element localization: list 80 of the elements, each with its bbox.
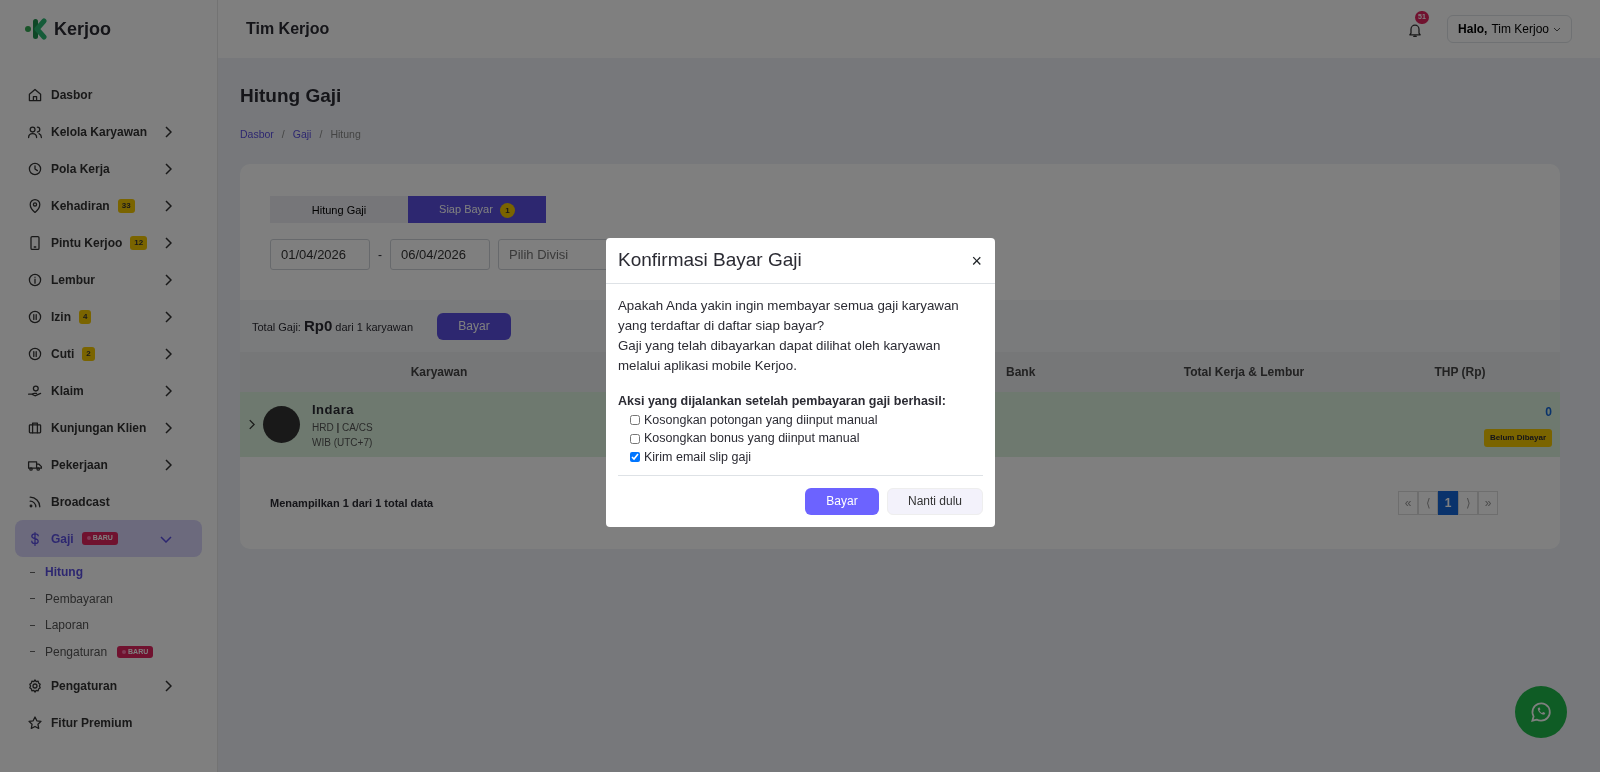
breadcrumb-item[interactable]: Dasbor: [240, 126, 274, 143]
chevron-right-icon[interactable]: [248, 419, 255, 431]
sidebar-item[interactable]: Kelola Karyawan: [15, 113, 202, 150]
column-header: THP (Rp): [1433, 364, 1487, 382]
later-button[interactable]: Nanti dulu: [887, 487, 983, 515]
sidebar-item[interactable]: Pengaturan: [15, 667, 202, 704]
sidebar-item[interactable]: Dasbor: [15, 76, 202, 113]
user-menu[interactable]: Halo, Tim Kerjoo: [1447, 15, 1572, 43]
logo-icon: [24, 18, 48, 40]
column-header: Total Kerja & Lembur: [1182, 364, 1306, 382]
count-badge: 33: [117, 198, 135, 213]
pause-icon: [27, 345, 43, 362]
avatar-placeholder: [263, 406, 300, 444]
pay-button[interactable]: Bayar: [805, 487, 879, 515]
count-badge: 4: [79, 309, 92, 324]
employee-name: Indara: [312, 401, 355, 419]
submenu-item[interactable]: Pembayaran: [0, 585, 217, 612]
sidebar-item[interactable]: Klaim: [15, 372, 202, 409]
submenu-item[interactable]: Hitung: [0, 559, 217, 586]
tab[interactable]: Siap Bayar 1: [408, 196, 546, 224]
sidebar-item[interactable]: Pola Kerja: [15, 150, 202, 187]
breadcrumb-separator: /: [319, 126, 323, 142]
page-title: Hitung Gaji: [240, 84, 343, 108]
thp-amount: 0: [1545, 403, 1552, 421]
option-checkbox[interactable]: [630, 452, 640, 463]
total-salary: Total Gaji: Rp0 dari 1 karyawan: [252, 316, 414, 336]
sidebar-item[interactable]: Broadcast: [15, 483, 202, 520]
count-badge: 2: [82, 346, 95, 361]
caret-icon: [1553, 26, 1561, 32]
option-label[interactable]: Kirim email slip gaji: [644, 448, 751, 467]
page-button[interactable]: 1: [1438, 491, 1458, 516]
sidebar-item[interactable]: Lembur: [15, 261, 202, 298]
dash-icon: [30, 624, 35, 626]
close-button[interactable]: ×: [970, 250, 983, 271]
chat-bubble-icon: [1528, 699, 1554, 725]
date-field[interactable]: 01/04/2026: [270, 239, 370, 271]
tab[interactable]: Hitung Gaji: [270, 196, 408, 224]
star-icon: [27, 714, 43, 731]
brand-name: Kerjoo: [54, 17, 111, 41]
info-icon: [27, 271, 43, 288]
dash-icon: [30, 651, 35, 653]
date-field[interactable]: 06/04/2026: [390, 239, 490, 271]
dialog-message: Gaji yang telah dibayarkan dapat dilihat oleh karyawan melalui aplikasi mobile Kerjoo.: [618, 336, 942, 375]
page-button[interactable]: «: [1398, 491, 1418, 516]
phone-icon: [27, 234, 43, 251]
count-badge: 12: [130, 235, 148, 250]
option-checkbox[interactable]: [630, 433, 640, 444]
employee-timezone: WIB (UTC+7): [312, 435, 373, 450]
sidebar-item[interactable]: Cuti 2: [15, 335, 202, 372]
location-pin-icon: [27, 197, 43, 214]
actions-label: Aksi yang dijalankan setelah pembayaran gaji berhasil:: [618, 392, 947, 410]
sidebar-item[interactable]: Pekerjaan: [15, 446, 202, 483]
sidebar-item[interactable]: Kehadiran 33: [15, 187, 202, 224]
option-label[interactable]: Kosongkan potongan yang diinput manual: [644, 410, 878, 430]
column-header: Bank: [1006, 364, 1037, 382]
pay-button[interactable]: Bayar: [437, 312, 512, 340]
pause-icon: [27, 308, 43, 325]
sidebar-item[interactable]: Pintu Kerjoo 12: [15, 224, 202, 261]
dialog-message: Apakah Anda yakin ingin membayar semua gaji karyawan yang terdaftar di daftar siap bayar?: [618, 297, 960, 335]
submenu-item[interactable]: Laporan: [0, 612, 217, 639]
gear-icon: [27, 677, 43, 694]
data-count: Menampilkan 1 dari 1 total data: [270, 496, 434, 511]
breadcrumb-separator: /: [281, 126, 285, 142]
sidebar-item[interactable]: Izin 4: [15, 298, 202, 335]
sidebar-item[interactable]: Kunjungan Klien: [15, 409, 202, 446]
team-title: Tim Kerjoo: [246, 19, 330, 39]
page-button[interactable]: ⟩: [1458, 491, 1478, 516]
home-icon: [27, 86, 43, 103]
employee-role: HRD | CA/CS: [312, 420, 373, 435]
dash-icon: [30, 571, 35, 573]
breadcrumb-item[interactable]: Gaji: [292, 126, 312, 143]
status-badge: Belum Dibayar: [1483, 428, 1552, 447]
date-separator: -: [378, 246, 382, 264]
option-checkbox[interactable]: [630, 414, 640, 425]
clock-icon: [27, 160, 43, 177]
dash-icon: [30, 598, 35, 600]
page-button[interactable]: ⟨: [1418, 491, 1438, 516]
page-button[interactable]: »: [1478, 491, 1498, 516]
option-label[interactable]: Kosongkan bonus yang diinput manual: [644, 429, 860, 448]
sidebar-item[interactable]: Fitur Premium: [15, 704, 202, 741]
